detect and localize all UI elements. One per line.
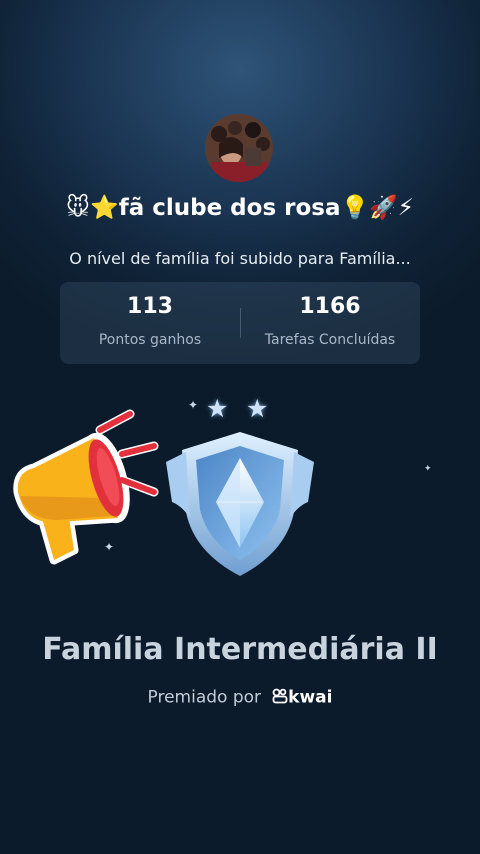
sparkle-icon: ✦ <box>104 540 115 554</box>
star-icon: ★ <box>206 394 229 423</box>
stat-points-value: 113 <box>127 294 173 319</box>
stats-card: 113 Pontos ganhos 1166 Tarefas Concluída… <box>60 282 420 364</box>
group-avatar[interactable] <box>205 114 273 182</box>
shield-badge-icon <box>160 428 320 580</box>
stat-points-label: Pontos ganhos <box>98 332 202 348</box>
awarded-by-label: Premiado por <box>147 687 262 708</box>
kwai-logo-icon <box>272 688 288 708</box>
star-icon: ★ <box>246 394 269 423</box>
tier-name: Família Intermediária II <box>42 632 438 667</box>
group-name-emojis-right: 💡🚀⚡ <box>340 195 414 221</box>
awarded-by: Premiado por kwai <box>0 687 480 711</box>
group-name-emojis-left: 🐭⭐ <box>66 195 119 221</box>
level-up-screen: 🐭⭐fã clube dos rosa💡🚀⚡ O nível de famíli… <box>0 0 480 854</box>
sparkle-icon: ✦ <box>424 464 432 474</box>
sparkle-icon: ✦ <box>188 398 199 412</box>
badge-stars: ★ ★ <box>204 396 276 422</box>
megaphone-icon <box>8 400 168 572</box>
kwai-brand-name: kwai <box>288 687 333 708</box>
stat-tasks: 1166 Tarefas Concluídas <box>240 282 420 364</box>
stat-points: 113 Pontos ganhos <box>60 282 240 364</box>
group-name: 🐭⭐fã clube dos rosa💡🚀⚡ <box>0 194 480 221</box>
avatar-photo <box>205 114 273 182</box>
level-up-message: O nível de família foi subido para Famíl… <box>69 249 411 268</box>
stat-tasks-label: Tarefas Concluídas <box>264 332 396 348</box>
group-name-text: fã clube dos rosa <box>118 195 341 221</box>
stat-tasks-value: 1166 <box>299 294 361 319</box>
